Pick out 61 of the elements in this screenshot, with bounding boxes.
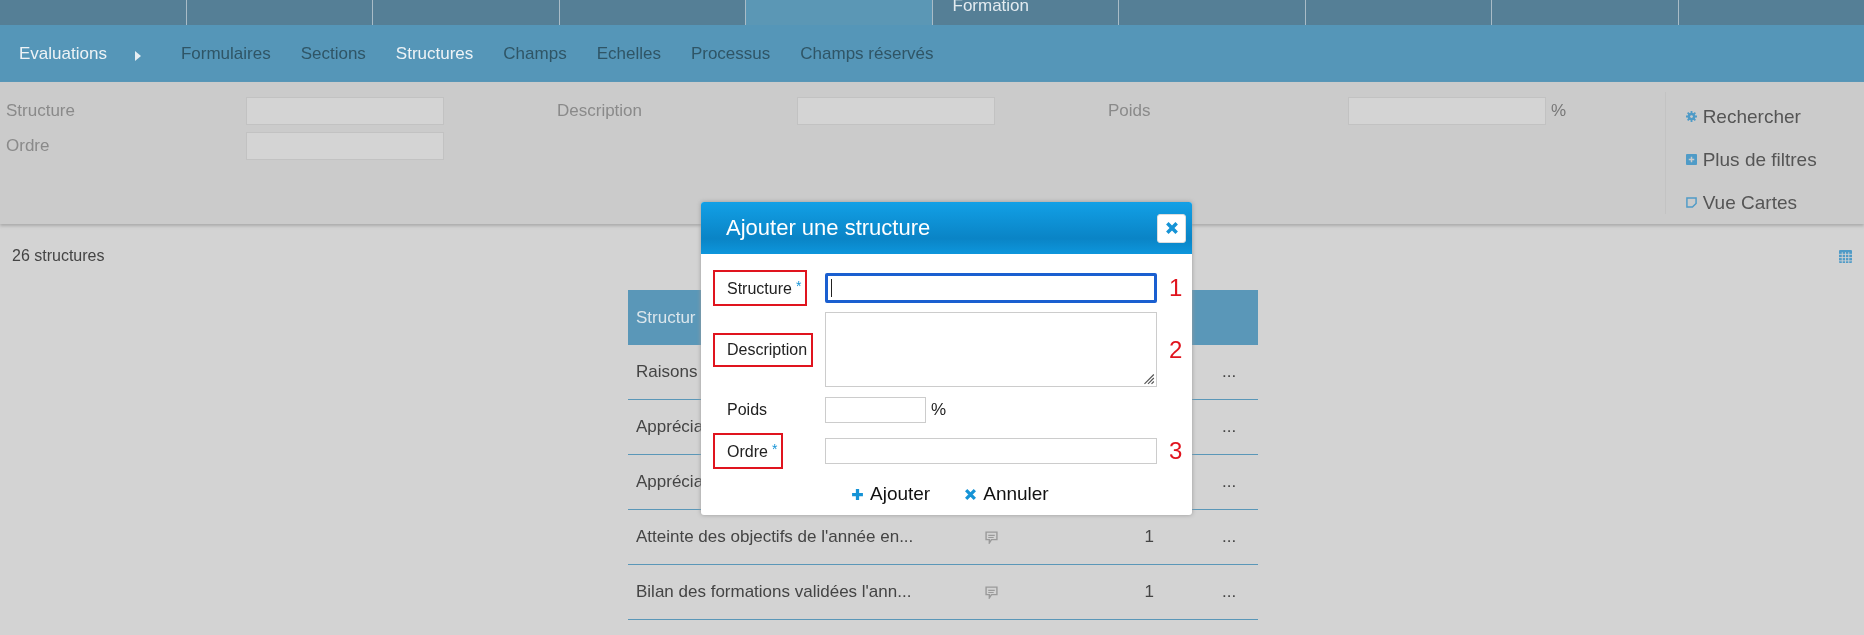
- nav-tab[interactable]: Structures: [395, 43, 474, 64]
- table-cell: Raisons: [636, 362, 698, 381]
- gear-icon: [1685, 111, 1697, 122]
- annotation-number: 3: [1169, 437, 1183, 465]
- more-link[interactable]: ...: [1222, 362, 1258, 382]
- table-cell: 1: [1144, 527, 1154, 546]
- top-tab[interactable]: [1491, 0, 1678, 25]
- column-header[interactable]: Structur: [628, 307, 696, 328]
- module-title[interactable]: Evaluations: [19, 43, 107, 64]
- note-icon: [1685, 197, 1697, 208]
- filter-label: Description: [556, 100, 644, 121]
- field-label: Structure $^{*}$: [713, 270, 808, 306]
- top-tab[interactable]: [1118, 0, 1305, 25]
- top-tab[interactable]: [372, 0, 559, 25]
- nav-tab[interactable]: Processus: [690, 43, 771, 64]
- nav-tab[interactable]: Champs réservés: [800, 43, 934, 64]
- more-link[interactable]: ...: [1222, 472, 1258, 492]
- field-label: Poids: [726, 400, 769, 420]
- more-link[interactable]: ...: [1222, 582, 1258, 602]
- filter-label: Structure: [5, 100, 76, 121]
- filter-action[interactable]: Rechercher: [1685, 95, 1864, 138]
- top-tab[interactable]: [0, 0, 186, 25]
- table-cell: Bilan des formations validées l'ann...: [636, 582, 912, 601]
- field-label: Ordre $^{*}$: [713, 433, 784, 469]
- plus-square-icon: [1685, 154, 1697, 165]
- close-icon: [1164, 221, 1179, 235]
- top-tab[interactable]: [1304, 0, 1491, 25]
- result-count: 26 structures: [12, 247, 105, 265]
- dialog-title: Ajouter une structure: [726, 215, 931, 241]
- table-cell: 1: [1144, 582, 1154, 601]
- close-button[interactable]: [1157, 213, 1186, 243]
- filter-label: Ordre: [5, 135, 51, 156]
- caret-icon: [134, 50, 141, 61]
- dialog-button[interactable]: Annuler: [964, 483, 1049, 505]
- grid-icon[interactable]: [1839, 249, 1852, 263]
- percent-sign: %: [1551, 100, 1567, 121]
- table-cell: Atteinte des objectifs de l'année en...: [636, 527, 914, 546]
- top-tab[interactable]: [558, 0, 745, 25]
- plus-icon: [851, 487, 864, 501]
- filter-action[interactable]: Plus de filtres: [1685, 138, 1864, 181]
- field-label: Description: [713, 332, 814, 367]
- resize-grip-icon[interactable]: [1141, 371, 1155, 385]
- top-tab[interactable]: [745, 0, 932, 25]
- table-cell: Apprécia: [636, 472, 704, 491]
- more-link[interactable]: ...: [1222, 417, 1258, 437]
- top-tab[interactable]: [1677, 0, 1864, 25]
- more-link[interactable]: ...: [1222, 527, 1258, 547]
- table-cell: Apprécia: [636, 417, 704, 436]
- filter-label: Poids: [1107, 100, 1152, 121]
- nav-tab[interactable]: Formulaires: [180, 43, 271, 64]
- nav-tab[interactable]: Sections: [300, 43, 366, 64]
- annotation-number: 2: [1169, 335, 1183, 364]
- nav-tab[interactable]: Echelles: [596, 43, 661, 64]
- dialog-button[interactable]: Ajouter: [851, 483, 931, 505]
- top-tab[interactable]: [185, 0, 372, 25]
- annotation-number: 1: [1169, 274, 1183, 302]
- percent-sign: %: [931, 400, 947, 420]
- nav-tab[interactable]: Champs: [503, 43, 567, 64]
- filter-action[interactable]: Vue Cartes: [1685, 181, 1864, 224]
- close-icon: [964, 487, 978, 501]
- input-field[interactable]: [825, 273, 1157, 303]
